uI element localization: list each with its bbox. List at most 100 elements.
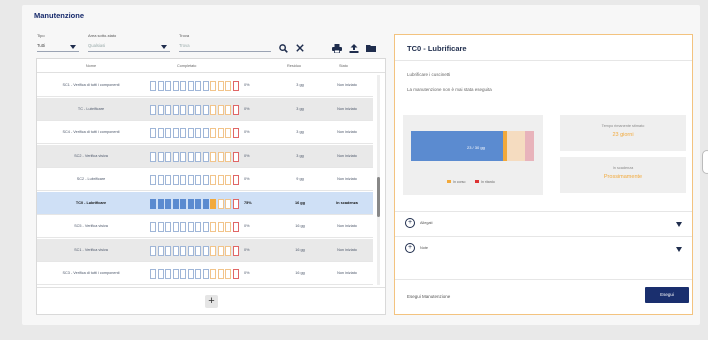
progress-segment [210, 81, 216, 91]
progress-segment [195, 128, 201, 138]
progress-segment [180, 128, 186, 138]
progress-segment [217, 128, 224, 138]
progress-segment [165, 198, 171, 209]
table-row[interactable]: TC0 - Lubrificare 75% 16 gg In scadenza [37, 191, 373, 215]
execute-button[interactable]: Esegui [645, 287, 689, 303]
row-percent: 0% [244, 247, 250, 252]
side-panel-handle[interactable] [702, 150, 708, 174]
table-row[interactable]: SC1 - Verifica di tutti i componenti 0% 3 … [37, 74, 373, 97]
row-status: In scadenza [336, 200, 358, 205]
table-header: Nome Completato Residuo Stato [37, 59, 385, 73]
progress-segment [165, 128, 171, 138]
search-icon [278, 43, 288, 53]
row-percent: 0% [244, 153, 250, 158]
progress-segment [195, 151, 201, 162]
filter-tipo-value: Tutti [37, 43, 45, 48]
progress-segment [150, 222, 156, 232]
progress-segment [180, 175, 186, 185]
scrollbar-thumb[interactable] [377, 177, 380, 217]
progress-segment [165, 245, 171, 256]
filter-area-select[interactable]: Qualsiasi [88, 40, 170, 52]
row-residual: 3 gg [296, 153, 304, 158]
search-field[interactable]: Trova [179, 40, 271, 52]
row-name: SC5 - Verifica visiva [74, 224, 108, 228]
progress-segment [202, 245, 209, 256]
progress-segment [187, 175, 194, 185]
accordion-label: Allegati [420, 221, 433, 225]
row-status: Non iniziato [337, 177, 357, 181]
table-row[interactable]: SC5 - Verifica visiva 0% 16 gg Non iniziato [37, 215, 373, 238]
table-row[interactable]: SC1 - Verifica visiva 0% 16 gg Non iniziato [37, 238, 373, 262]
clear-button[interactable] [293, 42, 307, 54]
progress-segment [172, 245, 179, 256]
chevron-down-icon[interactable] [676, 222, 682, 227]
table-row[interactable]: TC - Lubrificare 0% 3 gg Non iniziato [37, 97, 373, 121]
progress-segment [217, 175, 224, 185]
progress-segment [180, 104, 186, 115]
column-header[interactable]: Nome [45, 64, 137, 68]
table-row[interactable]: SC2 - Lubrificare 0% 9 gg Non iniziato [37, 168, 373, 191]
column-header[interactable]: Stato [339, 64, 348, 68]
table-row[interactable]: SC4 - Verifica di tutti i componenti 0% 3 … [37, 121, 373, 144]
progress-segment [210, 104, 216, 115]
folder-button[interactable] [364, 42, 378, 54]
chevron-down-icon[interactable] [70, 45, 76, 49]
progress-chart-svg: 23 / 30 gg In corso In ritardo [411, 131, 534, 184]
row-name: TC - Lubrificare [77, 106, 105, 111]
table-footer: + [37, 287, 385, 315]
progress-segment [232, 222, 239, 232]
progress-segment [232, 245, 239, 256]
progress-bar [150, 198, 239, 209]
upload-icon [349, 43, 359, 53]
progress-segment [157, 245, 164, 256]
accordion-attachments[interactable]: + Allegati [395, 212, 692, 236]
row-name: TC0 - Lubrificare [75, 200, 107, 205]
row-residual: 3 gg [296, 106, 304, 111]
progress-segment [210, 198, 216, 209]
progress-segment [202, 128, 209, 138]
search-button[interactable] [276, 42, 290, 54]
row-name: SC2 - Verifica visiva [74, 153, 108, 158]
add-button[interactable]: + [205, 295, 218, 308]
progress-segment [187, 81, 194, 91]
table-row[interactable]: SC3 - Verifica di tutti i componenti 0% 16… [37, 262, 373, 285]
progress-segment [225, 222, 231, 232]
progress-segment [195, 104, 201, 115]
remaining-time-label: Tempo rimanente stimato [601, 124, 645, 128]
table-row[interactable]: SC2 - Verifica visiva 0% 3 gg Non iniziato [37, 144, 373, 168]
progress-segment [180, 81, 186, 91]
progress-segment [217, 151, 224, 162]
progress-segment [217, 198, 224, 209]
filter-area-label: Area sotto-stato [88, 33, 117, 38]
chevron-down-icon[interactable] [161, 45, 167, 49]
progress-segment [217, 222, 224, 232]
progress-segment [150, 128, 156, 138]
row-status: Non iniziato [337, 224, 357, 228]
due-value: Prossimamente [603, 174, 643, 180]
progress-segment [157, 81, 164, 91]
remaining-time-value: 23 giorni [612, 132, 634, 138]
progress-bar [150, 175, 239, 185]
bar-remaining [507, 131, 525, 161]
progress-segment [157, 269, 164, 279]
upload-button[interactable] [347, 42, 361, 54]
progress-segment [202, 175, 209, 185]
column-header[interactable]: Residuo [287, 64, 301, 68]
column-header[interactable]: Completato [177, 64, 196, 68]
bar-done [411, 131, 503, 161]
progress-segment [225, 198, 231, 209]
progress-segment [180, 245, 186, 256]
progress-segment [172, 104, 179, 115]
chevron-down-icon[interactable] [676, 247, 682, 252]
progress-segment [150, 151, 156, 162]
progress-segment [225, 245, 231, 256]
progress-segment [172, 81, 179, 91]
progress-segment [157, 128, 164, 138]
print-button[interactable] [330, 42, 344, 54]
row-name: SC3 - Verifica di tutti i componenti [62, 271, 120, 275]
progress-segment [157, 222, 164, 232]
bar-late [525, 131, 534, 161]
progress-segment [232, 198, 239, 209]
accordion-notes[interactable]: + Note [395, 237, 692, 261]
row-name: SC2 - Lubrificare [76, 177, 106, 181]
